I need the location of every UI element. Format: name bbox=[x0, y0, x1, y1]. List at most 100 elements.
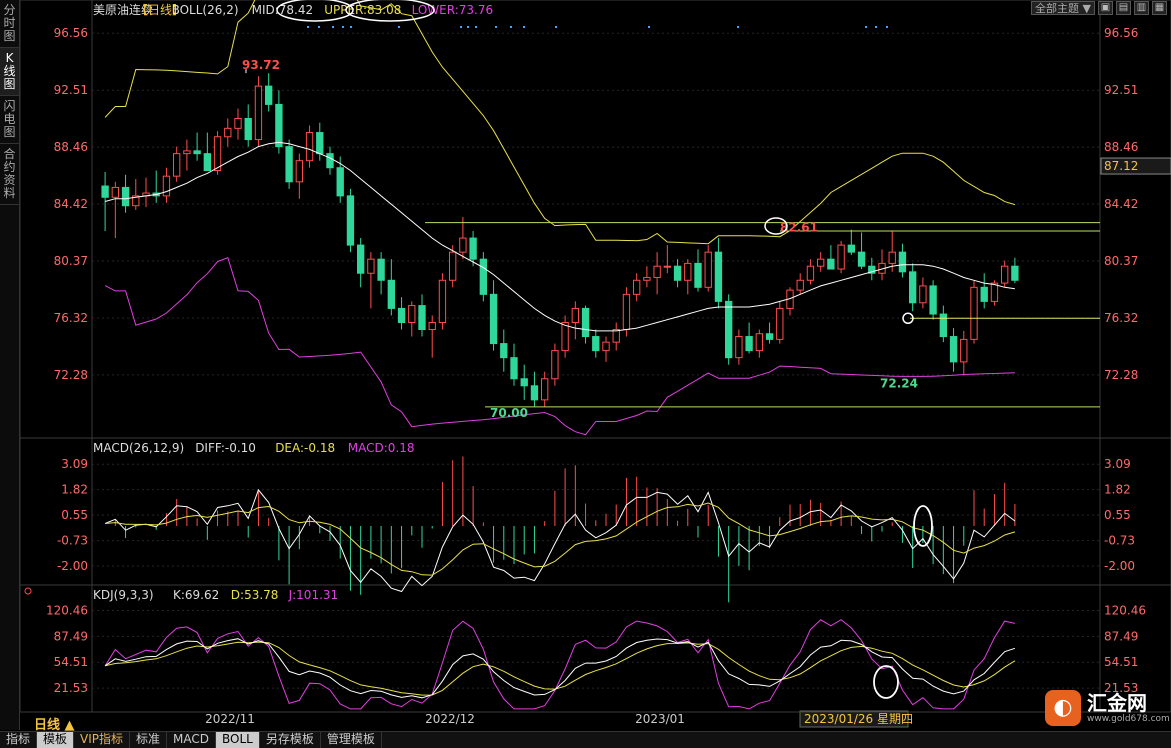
highlight-ellipse bbox=[873, 665, 899, 699]
bottom-tab-5[interactable]: BOLL bbox=[216, 732, 260, 748]
candle-body bbox=[203, 153, 212, 172]
candle-body bbox=[837, 244, 845, 270]
main-y-tick-right: 76.32 bbox=[1104, 311, 1138, 325]
candle-body bbox=[561, 321, 569, 352]
main-y-tick-left: 80.37 bbox=[54, 254, 88, 268]
bottom-tab-1[interactable]: 模板 bbox=[37, 732, 75, 748]
main-y-tick-right: 88.46 bbox=[1104, 140, 1138, 154]
theme-select[interactable]: 全部主题 ▼ bbox=[1031, 1, 1095, 15]
candle-body bbox=[377, 258, 385, 281]
current-price-tag: 87.12 bbox=[1104, 159, 1138, 173]
candle-body bbox=[704, 251, 712, 288]
macd-y-tick-right: -0.73 bbox=[1104, 534, 1135, 548]
bottom-tab-6[interactable]: 另存模板 bbox=[260, 732, 321, 748]
sidebar: 分时图 K线图闪电图合约资料 bbox=[0, 0, 20, 730]
bottom-tab-3[interactable]: 标准 bbox=[130, 732, 168, 748]
candle-body bbox=[489, 293, 498, 345]
candle-body bbox=[919, 285, 927, 304]
bottom-tab-bar: 指标 模板 VIP指标 标准 MACD BOLL 另存模板 管理模板 bbox=[0, 731, 1171, 748]
legend-item: MACD(26,12,9) bbox=[93, 441, 184, 455]
candle-body bbox=[305, 132, 314, 162]
sidebar-tab-2[interactable]: 闪电图 bbox=[0, 96, 19, 144]
candle-body bbox=[356, 244, 365, 274]
macd-y-tick-right: 3.09 bbox=[1104, 457, 1131, 471]
kdj-y-tick-left: 87.49 bbox=[54, 629, 88, 643]
macd-y-tick-left: 3.09 bbox=[61, 457, 88, 471]
candle-body bbox=[428, 321, 436, 331]
layout-button-2[interactable]: ▤ bbox=[1116, 1, 1131, 15]
candle-body bbox=[827, 258, 835, 270]
sidebar-tab-label: K线图 bbox=[3, 51, 16, 91]
sidebar-tab-3[interactable]: 合约资料 bbox=[0, 144, 19, 205]
event-dot bbox=[475, 26, 477, 28]
candle-body bbox=[1011, 265, 1019, 281]
candle-body bbox=[500, 343, 508, 359]
layout-button-4[interactable]: ▦ bbox=[1152, 1, 1167, 15]
candle-body bbox=[949, 336, 958, 363]
macd-y-tick-left: 0.55 bbox=[61, 508, 88, 522]
legend-item: J:101.31 bbox=[288, 588, 339, 602]
main-y-tick-left: 76.32 bbox=[54, 311, 88, 325]
bottom-tab-7[interactable]: 管理模板 bbox=[321, 732, 382, 748]
candle-body bbox=[888, 251, 896, 264]
main-y-tick-left: 92.51 bbox=[54, 83, 88, 97]
legend-item: UPPER:83.08 bbox=[324, 3, 401, 17]
sidebar-tab-0[interactable]: 分时图 bbox=[0, 0, 19, 48]
candle-body bbox=[438, 279, 447, 323]
bottom-tab-0[interactable]: 指标 bbox=[0, 732, 38, 748]
candle-body bbox=[755, 333, 764, 352]
legend-item: K:69.62 bbox=[173, 588, 219, 602]
macd-panel-frame bbox=[20, 437, 1171, 586]
layout-button-3[interactable]: ▥ bbox=[1134, 1, 1149, 15]
candle-body bbox=[684, 262, 692, 281]
candle-body bbox=[448, 251, 457, 281]
kdj-panel-frame bbox=[20, 584, 1171, 713]
cursor-date-label: 2023/01/26 星期四 bbox=[804, 712, 913, 726]
event-dot bbox=[865, 26, 867, 28]
candle-body bbox=[714, 251, 723, 302]
candle-body bbox=[459, 237, 467, 253]
legend-item: MACD:0.18 bbox=[348, 441, 415, 455]
candle-body bbox=[244, 117, 252, 141]
candle-body bbox=[367, 258, 375, 274]
legend-item: BOLL(26,2) bbox=[172, 3, 239, 17]
candle-body bbox=[776, 307, 784, 340]
candle-body bbox=[295, 160, 304, 183]
candle-body bbox=[724, 300, 733, 359]
top-right-controls: 全部主题 ▼ ▣ ▤ ▥ ▦ bbox=[1031, 1, 1167, 15]
candle-body bbox=[540, 378, 549, 401]
sidebar-tab-1[interactable]: K线图 bbox=[0, 48, 19, 96]
candle-body bbox=[612, 329, 620, 343]
candle-body bbox=[990, 282, 999, 302]
candle-body bbox=[346, 195, 355, 246]
legend-item: D:53.78 bbox=[231, 588, 279, 602]
candle-body bbox=[193, 150, 201, 155]
legend-item: KDJ(9,3,3) bbox=[93, 588, 154, 602]
kline-chart[interactable]: 96.56 96.56 92.51 92.51 88.46 88.46 84.42 84.42… bbox=[20, 0, 1171, 730]
event-dot bbox=[342, 26, 344, 28]
event-dot bbox=[495, 26, 497, 28]
event-dot bbox=[648, 26, 650, 28]
bottom-tab-4[interactable]: MACD bbox=[167, 732, 217, 748]
bottom-tab-2[interactable]: VIP指标 bbox=[74, 732, 131, 748]
candle-body bbox=[694, 262, 702, 288]
boll-lower-line bbox=[104, 256, 1015, 436]
candle-body bbox=[285, 146, 293, 183]
sidebar-tab-label: 合约资料 bbox=[3, 147, 16, 200]
price-annotation: 93.72 bbox=[242, 58, 280, 72]
event-dot bbox=[523, 26, 525, 28]
candle-body bbox=[939, 313, 948, 338]
candle-body bbox=[960, 338, 968, 363]
candle-body bbox=[898, 251, 907, 273]
layout-button-1[interactable]: ▣ bbox=[1098, 1, 1113, 15]
candle-body bbox=[551, 350, 559, 380]
candle-body bbox=[275, 103, 283, 148]
candle-body bbox=[581, 307, 590, 338]
main-y-tick-left: 72.28 bbox=[54, 368, 88, 382]
candle-body bbox=[264, 85, 273, 105]
candle-body bbox=[172, 153, 181, 177]
candle-body bbox=[735, 336, 743, 359]
kdj-y-tick-right: 120.46 bbox=[1104, 603, 1146, 617]
event-dot bbox=[398, 26, 400, 28]
candle-body bbox=[663, 265, 672, 268]
